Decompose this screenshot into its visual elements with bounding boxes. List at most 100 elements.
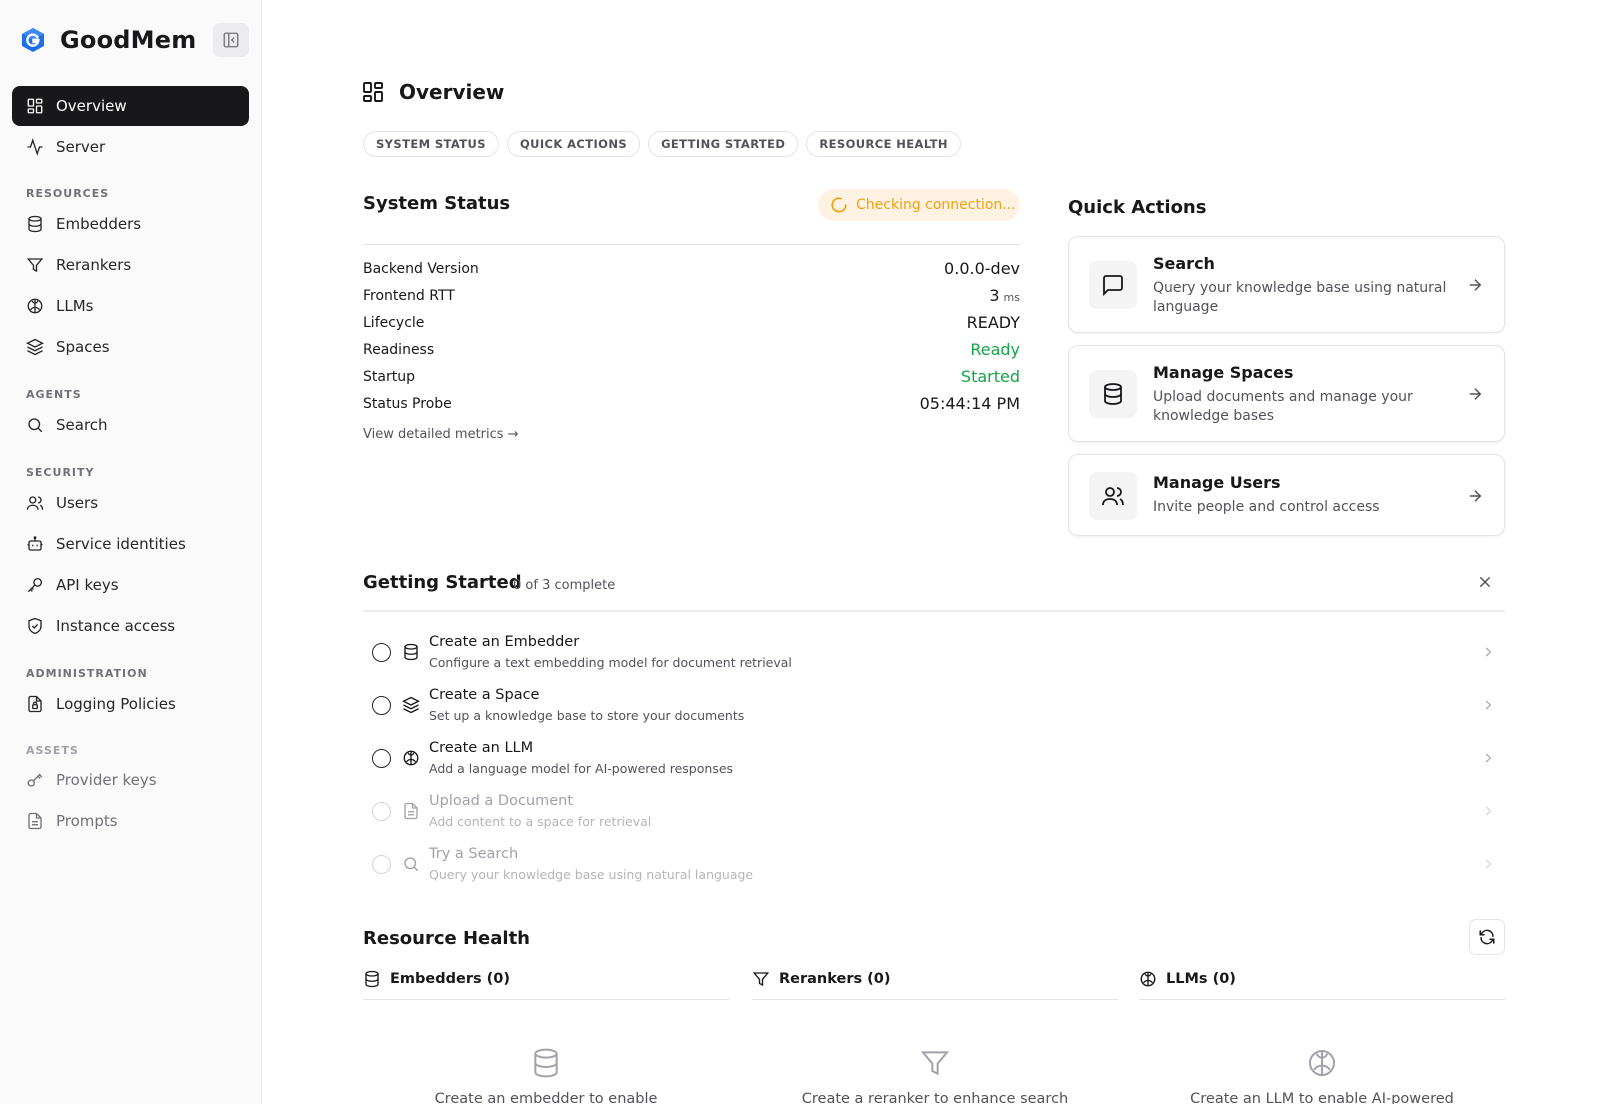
sidebar-item-embedders[interactable]: Embedders bbox=[12, 204, 249, 244]
sidebar-item-spaces[interactable]: Spaces bbox=[12, 327, 249, 367]
quick-action-search[interactable]: Search Query your knowledge base using n… bbox=[1068, 236, 1505, 333]
qa-icon-wrap bbox=[1089, 472, 1137, 520]
qa-title: Manage Users bbox=[1153, 473, 1281, 492]
sidebar-item-provider-keys[interactable]: Provider keys bbox=[12, 760, 249, 800]
sidebar-item-label: Prompts bbox=[56, 812, 118, 830]
panel-collapse-icon bbox=[223, 32, 239, 48]
chevron-right-icon bbox=[1485, 753, 1492, 763]
pill-quick-actions[interactable]: QUICK ACTIONS bbox=[506, 131, 641, 157]
step-checkbox[interactable] bbox=[372, 749, 391, 768]
users-icon bbox=[1102, 487, 1124, 506]
sidebar-item-service-identities[interactable]: Service identities bbox=[12, 524, 249, 564]
connection-status-badge: Checking connection... bbox=[818, 189, 1020, 221]
loader-icon bbox=[831, 197, 847, 213]
qa-desc: Query your knowledge base using natural … bbox=[1153, 280, 1447, 315]
quick-actions-title: Quick Actions bbox=[1068, 197, 1207, 218]
step-create-space[interactable]: Create a Space Set up a knowledge base t… bbox=[363, 681, 1505, 731]
database-icon bbox=[28, 215, 42, 233]
brand-name: GoodMem bbox=[60, 26, 197, 54]
nav-section-security: SECURITY bbox=[26, 466, 95, 479]
sidebar-collapse-button[interactable] bbox=[213, 23, 249, 57]
users-icon bbox=[26, 496, 44, 510]
refresh-icon bbox=[1479, 929, 1495, 945]
goodmem-logo-icon bbox=[22, 28, 44, 52]
database-icon bbox=[365, 970, 379, 988]
sidebar: GoodMem Overview Server RESOURCES Embedd… bbox=[0, 0, 262, 1104]
chevron-right-icon bbox=[1485, 859, 1492, 869]
step-upload-document[interactable]: Upload a Document Add content to a space… bbox=[363, 787, 1505, 837]
status-divider bbox=[363, 244, 1020, 245]
status-value: Ready bbox=[970, 340, 1020, 359]
view-detailed-metrics-link[interactable]: View detailed metrics → bbox=[363, 427, 519, 442]
qa-title: Manage Spaces bbox=[1153, 363, 1294, 382]
shield-check-icon bbox=[28, 617, 42, 635]
sidebar-item-label: Server bbox=[56, 138, 106, 156]
step-create-embedder[interactable]: Create an Embedder Configure a text embe… bbox=[363, 628, 1505, 678]
sidebar-item-label: Provider keys bbox=[56, 771, 157, 789]
close-icon[interactable] bbox=[1477, 574, 1493, 590]
pill-getting-started[interactable]: GETTING STARTED bbox=[648, 131, 799, 157]
chevron-right-icon bbox=[1485, 806, 1492, 816]
sidebar-item-label: Overview bbox=[56, 97, 127, 115]
getting-started-title: Getting Started bbox=[363, 572, 522, 593]
brand[interactable]: GoodMem bbox=[20, 24, 196, 56]
sidebar-item-server[interactable]: Server bbox=[12, 127, 249, 167]
key-round-icon bbox=[27, 773, 43, 787]
sidebar-item-rerankers[interactable]: Rerankers bbox=[12, 245, 249, 285]
filter-icon bbox=[752, 972, 770, 987]
filter-icon bbox=[920, 1051, 950, 1076]
activity-icon bbox=[27, 138, 43, 156]
status-value: Started bbox=[960, 367, 1020, 386]
step-try-search[interactable]: Try a Search Query your knowledge base u… bbox=[363, 840, 1505, 890]
resource-health-header-text: Embedders (0) bbox=[390, 971, 510, 987]
brain-icon bbox=[1140, 971, 1156, 987]
nav-section-administration: ADMINISTRATION bbox=[26, 667, 148, 680]
step-checkbox[interactable] bbox=[372, 696, 391, 715]
sidebar-item-overview[interactable]: Overview bbox=[12, 86, 249, 126]
step-create-llm[interactable]: Create an LLM Add a language model for A… bbox=[363, 734, 1505, 784]
search-icon bbox=[28, 418, 43, 433]
step-title: Create an LLM bbox=[429, 740, 534, 756]
sidebar-item-api-keys[interactable]: API keys bbox=[12, 565, 249, 605]
sidebar-item-users[interactable]: Users bbox=[12, 483, 249, 523]
step-checkbox[interactable] bbox=[372, 643, 391, 662]
sidebar-item-label: Search bbox=[56, 416, 108, 434]
empty-state-text: Create an embedder to enable bbox=[434, 1091, 658, 1104]
sidebar-item-label: Spaces bbox=[56, 338, 110, 356]
sidebar-item-llms[interactable]: LLMs bbox=[12, 286, 249, 326]
bot-icon bbox=[27, 536, 43, 551]
step-title: Try a Search bbox=[429, 846, 519, 862]
resource-health-title: Resource Health bbox=[363, 928, 530, 949]
status-label: Startup bbox=[363, 368, 415, 385]
quick-action-manage-spaces[interactable]: Manage Spaces Upload documents and manag… bbox=[1068, 345, 1505, 442]
sidebar-item-logging-policies[interactable]: Logging Policies bbox=[12, 684, 249, 724]
layout-grid-icon bbox=[27, 98, 43, 114]
layout-grid-icon bbox=[363, 82, 383, 102]
pill-system-status[interactable]: SYSTEM STATUS bbox=[363, 131, 499, 157]
sidebar-item-label: LLMs bbox=[56, 297, 94, 315]
sidebar-item-label: Logging Policies bbox=[56, 695, 176, 713]
sidebar-item-prompts[interactable]: Prompts bbox=[12, 801, 249, 841]
sidebar-item-label: Service identities bbox=[56, 535, 186, 553]
resource-health-embedders: Embedders (0) Create an embedder to enab… bbox=[363, 967, 729, 1104]
resource-health-header: LLMs (0) bbox=[1139, 967, 1505, 991]
refresh-button[interactable] bbox=[1469, 919, 1505, 955]
getting-started-progress: 0 of 3 complete bbox=[513, 578, 616, 593]
resource-health-divider bbox=[363, 999, 729, 1000]
resource-health-header: Rerankers (0) bbox=[752, 967, 1118, 991]
step-checkbox[interactable] bbox=[372, 802, 391, 821]
resource-health-divider bbox=[1139, 999, 1505, 1000]
step-checkbox[interactable] bbox=[372, 855, 391, 874]
sidebar-item-instance-access[interactable]: Instance access bbox=[12, 606, 249, 646]
sidebar-item-search[interactable]: Search bbox=[12, 405, 249, 445]
file-text-icon bbox=[404, 802, 418, 820]
step-title: Create a Space bbox=[429, 687, 540, 703]
qa-icon-wrap bbox=[1089, 261, 1137, 309]
getting-started-divider bbox=[363, 610, 1505, 612]
connection-status-text: Checking connection... bbox=[856, 197, 1016, 213]
quick-action-manage-users[interactable]: Manage Users Invite people and control a… bbox=[1068, 454, 1505, 536]
pill-resource-health[interactable]: RESOURCE HEALTH bbox=[806, 131, 961, 157]
arrow-right-icon bbox=[1469, 490, 1482, 502]
sidebar-item-label: Instance access bbox=[56, 617, 176, 635]
status-label: Frontend RTT bbox=[363, 287, 455, 304]
